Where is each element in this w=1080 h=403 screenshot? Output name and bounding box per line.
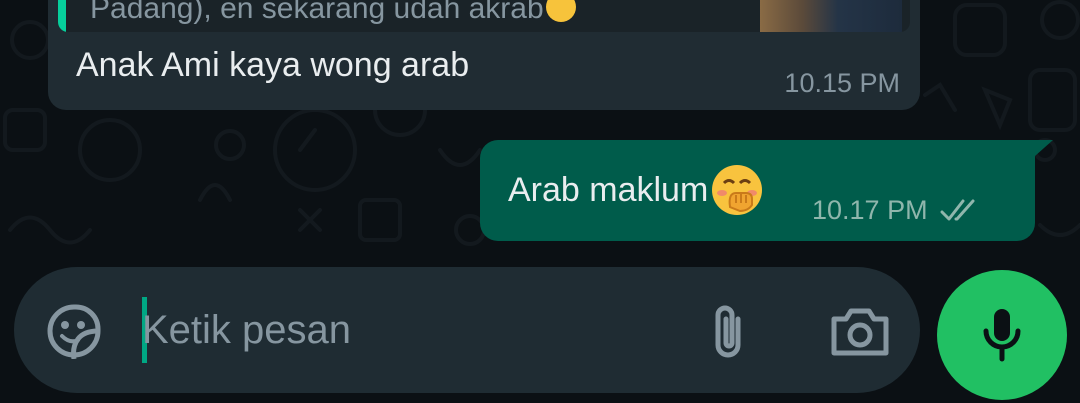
- incoming-message-time: 10.15 PM: [784, 68, 900, 98]
- quoted-text: Padang), en sekarang udah akrab: [90, 0, 576, 26]
- message-composer: [14, 267, 920, 393]
- grinning-sweat-emoji-icon: [545, 0, 576, 22]
- message-input[interactable]: [142, 297, 662, 363]
- hand-over-mouth-emoji-icon: [712, 165, 763, 215]
- incoming-message-bubble[interactable]: Padang), en sekarang udah akrab Anak Ami…: [48, 0, 920, 110]
- double-check-icon: [940, 199, 975, 220]
- outgoing-message-text: Arab maklum: [508, 170, 709, 209]
- quoted-reply[interactable]: Padang), en sekarang udah akrab: [58, 0, 910, 32]
- voice-record-button[interactable]: [937, 270, 1067, 400]
- outgoing-message-time: 10.17 PM: [812, 195, 928, 225]
- paperclip-icon: [715, 305, 741, 358]
- microphone-icon: [983, 309, 1021, 362]
- quote-accent-bar: [58, 0, 66, 32]
- sticker-button[interactable]: [46, 303, 102, 359]
- camera-button[interactable]: [824, 301, 896, 361]
- outgoing-message-bubble[interactable]: Arab maklum 10.17 PM: [480, 140, 1053, 241]
- camera-icon: [831, 308, 889, 356]
- attach-button[interactable]: [698, 301, 758, 361]
- incoming-message-text: Anak Ami kaya wong arab: [76, 46, 470, 84]
- bubble-tail: [1035, 140, 1053, 156]
- sticker-icon: [47, 304, 101, 359]
- quoted-image-thumbnail: [760, 0, 902, 32]
